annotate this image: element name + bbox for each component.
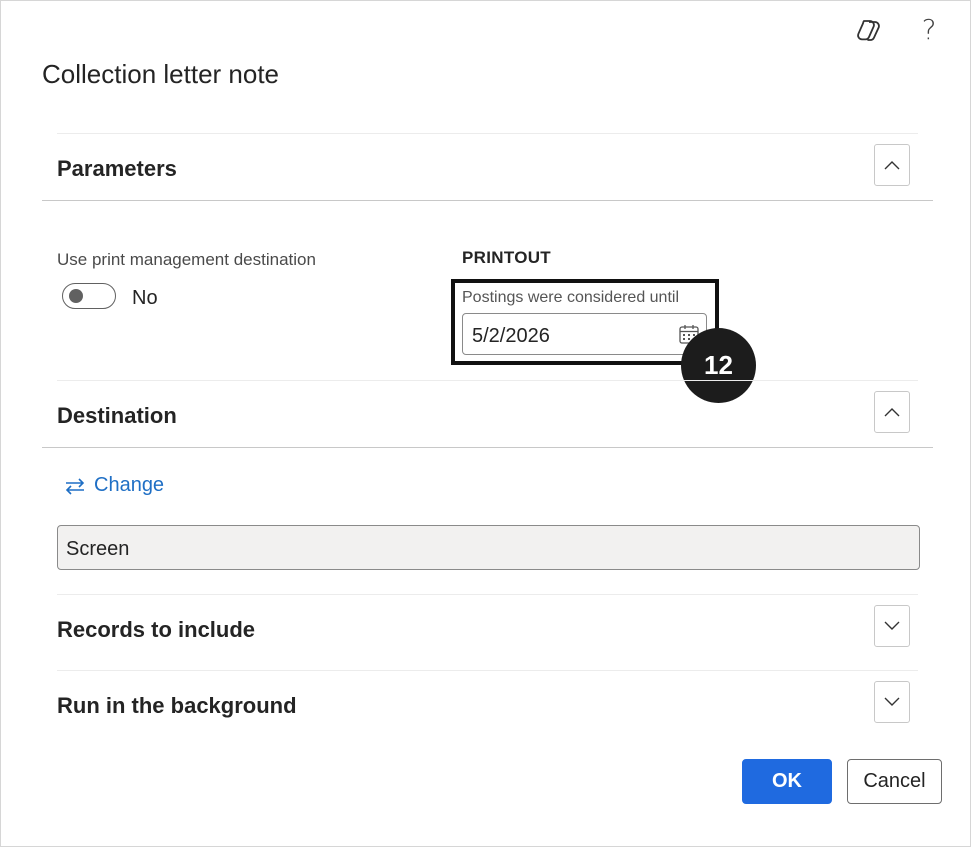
printout-heading: PRINTOUT — [462, 248, 551, 267]
dialog: ? Collection letter note Parameters Use … — [0, 0, 971, 847]
expand-background-button[interactable] — [874, 681, 910, 723]
divider — [42, 447, 933, 448]
divider — [57, 133, 918, 134]
change-destination-link[interactable]: Change — [64, 474, 164, 497]
toggle-knob — [69, 289, 83, 303]
section-title-background: Run in the background — [57, 693, 297, 718]
section-title-parameters: Parameters — [57, 156, 177, 181]
chevron-down-icon — [884, 621, 900, 630]
divider — [57, 670, 918, 671]
help-glyph: ? — [921, 13, 937, 46]
change-label: Change — [94, 474, 165, 496]
use-print-mgmt-label: Use print management destination — [57, 250, 316, 269]
dialog-title: Collection letter note — [42, 59, 280, 89]
help-icon[interactable]: ? — [914, 15, 944, 45]
ok-button[interactable]: OK — [742, 759, 832, 804]
chevron-up-icon — [884, 408, 900, 417]
destination-value: Screen — [66, 538, 130, 560]
dialog-header-icons: ? — [854, 15, 944, 45]
divider — [57, 594, 918, 595]
swap-arrows-icon — [65, 477, 85, 495]
expand-records-button[interactable] — [874, 605, 910, 647]
chevron-down-icon — [884, 697, 900, 706]
divider — [42, 200, 933, 201]
destination-field: Screen — [57, 525, 920, 570]
collapse-destination-button[interactable] — [874, 391, 910, 433]
divider — [57, 380, 918, 381]
section-title-records: Records to include — [57, 617, 256, 642]
cancel-button[interactable]: Cancel — [847, 759, 942, 804]
chevron-up-icon — [884, 161, 900, 170]
use-print-mgmt-toggle[interactable] — [62, 283, 116, 309]
highlight-box — [451, 279, 719, 365]
collapse-parameters-button[interactable] — [874, 144, 910, 186]
toggle-value: No — [132, 287, 158, 309]
step-badge: 12 — [681, 328, 756, 403]
copilot-icon[interactable] — [854, 15, 884, 45]
section-title-destination: Destination — [57, 403, 177, 428]
